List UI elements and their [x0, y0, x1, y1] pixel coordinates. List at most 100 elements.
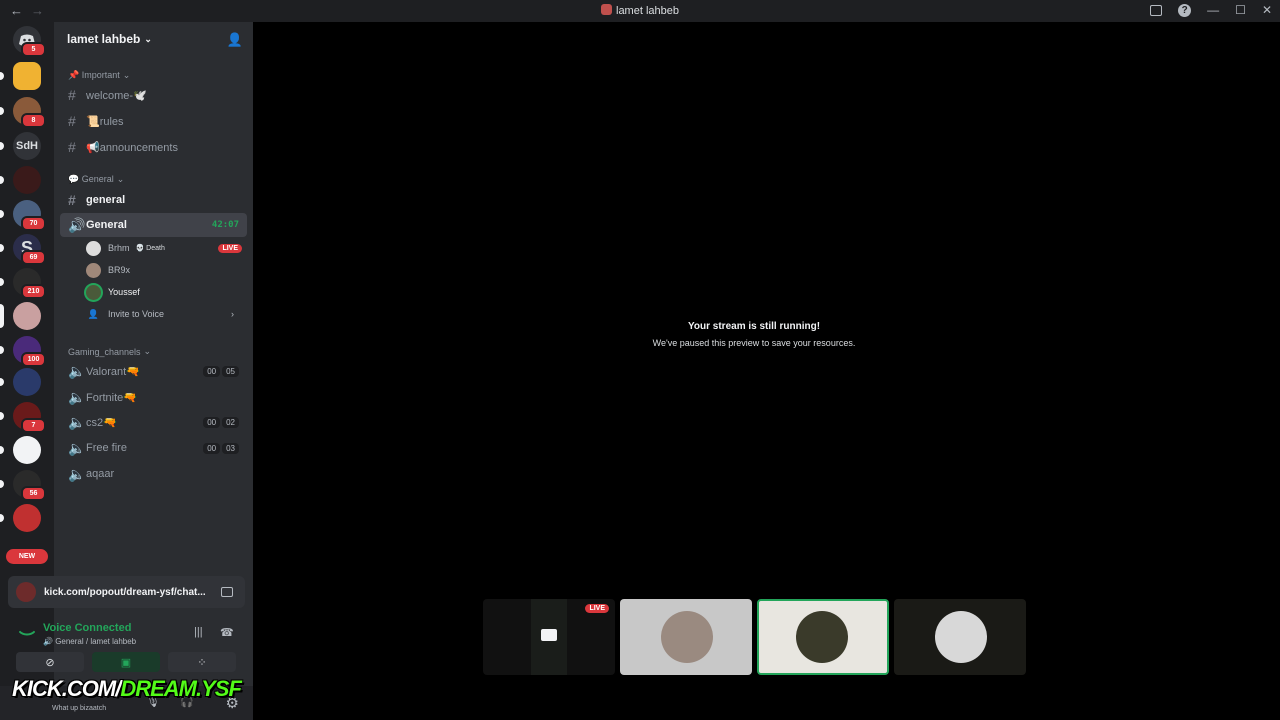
stream-paused-subtitle: We've paused this preview to save your r… [652, 338, 856, 348]
category-label: 💬 General [68, 174, 114, 184]
server-initials: SdH [16, 140, 38, 152]
speaker-icon: 🔊 [68, 216, 86, 233]
close-button[interactable]: ✕ [1262, 3, 1272, 17]
server-icon[interactable]: 56 [0, 470, 46, 501]
category-gaming[interactable]: Gaming_channels ⌄ [68, 346, 151, 357]
voice-user-brhm[interactable]: Brhm 💀 Death LIVE [86, 238, 242, 258]
camera-off-button[interactable]: ⊘ [16, 652, 84, 672]
screen-share-button[interactable]: ▣ [92, 652, 160, 672]
channel-label: Free fire [86, 442, 127, 454]
server-icon[interactable]: 8 [0, 97, 46, 128]
channel-cs2[interactable]: 🔈 cs2🔫 00 02 [60, 410, 247, 434]
add-member-icon[interactable]: 👤 [227, 32, 243, 48]
voice-timer: 42:07 [211, 220, 239, 230]
participant-tile-brhm[interactable] [894, 599, 1026, 675]
hash-icon: # [68, 87, 76, 103]
user-custom-status: What up bizaatch [52, 705, 107, 712]
server-icon[interactable] [0, 368, 41, 396]
server-icon[interactable]: 70 [0, 200, 46, 231]
user-limit: 05 [222, 365, 239, 377]
server-icon[interactable]: 100 [0, 336, 46, 367]
user-limit: 02 [222, 416, 239, 428]
voice-status[interactable]: Voice Connected [43, 622, 131, 634]
category-general[interactable]: 💬 General ⌄ [68, 174, 124, 185]
channel-announcements[interactable]: # 📢announcements [60, 135, 247, 159]
live-badge: LIVE [218, 243, 242, 253]
activity-popout[interactable]: kick.com/popout/dream-ysf/chat... [8, 576, 245, 608]
mention-badge: 70 [21, 216, 46, 231]
home-badge: 5 [21, 42, 46, 57]
avatar [86, 262, 101, 278]
avatar [661, 611, 713, 663]
server-icon[interactable] [0, 62, 41, 90]
minimize-button[interactable]: — [1207, 3, 1219, 17]
disconnect-icon[interactable]: ☎ [220, 626, 234, 639]
activities-icon: ⁘ [197, 656, 207, 669]
unread-pill [0, 72, 4, 80]
user-activity: 💀 Death [135, 245, 165, 252]
window-title: lamet lahbeb [0, 4, 1280, 17]
maximize-button[interactable]: ☐ [1235, 3, 1246, 17]
signal-icon [18, 623, 36, 641]
channel-label: general [86, 194, 126, 206]
channel-rules[interactable]: # 📜rules [60, 109, 247, 133]
channel-aqaar[interactable]: 🔈 aqaar [60, 462, 247, 486]
unread-pill [0, 304, 4, 328]
channel-general-voice[interactable]: 🔊 General 42:07 [60, 213, 247, 237]
voice-user-youssef[interactable]: Youssef [86, 282, 242, 302]
participant-tile-br9x[interactable] [620, 599, 752, 675]
voice-channel-name: General / lamet lahbeb [55, 637, 137, 646]
chevron-down-icon: ⌄ [122, 70, 131, 80]
server-icon[interactable]: 7 [0, 402, 46, 433]
unread-pill [0, 244, 4, 252]
activities-button[interactable]: ⁘ [168, 652, 236, 672]
kick-favicon-icon [16, 582, 36, 602]
hash-icon: # [68, 113, 76, 129]
inbox-icon[interactable] [1150, 4, 1163, 16]
channel-general-text[interactable]: # general [60, 188, 247, 212]
participant-tile-youssef[interactable] [757, 599, 889, 675]
noise-suppression-icon[interactable]: ||| [194, 626, 203, 638]
hash-icon: # [68, 192, 76, 208]
help-icon[interactable]: ? [1178, 3, 1192, 17]
voice-user-name: Youssef [108, 287, 140, 297]
server-icon[interactable] [0, 302, 41, 330]
voice-channel-path[interactable]: 🔊 General / lamet lahbeb [43, 637, 136, 646]
screen-icon [541, 629, 557, 641]
channel-freefire[interactable]: 🔈 Free fire 00 03 [60, 436, 247, 460]
camera-off-icon: ⊘ [45, 656, 55, 669]
unread-pill [0, 480, 4, 488]
server-icon[interactable]: SdH [0, 132, 41, 160]
home-button[interactable]: 5 [13, 26, 46, 57]
avatar [796, 611, 848, 663]
server-icon[interactable]: S 69 [0, 234, 46, 265]
channel-label: General [86, 219, 127, 231]
server-icon[interactable]: 210 [0, 268, 46, 299]
unread-pill [0, 142, 4, 150]
screen-share-icon[interactable] [221, 587, 233, 597]
avatar [935, 611, 987, 663]
user-count: 00 [203, 416, 221, 428]
invite-to-voice[interactable]: 👤 Invite to Voice › [86, 304, 242, 324]
category-important[interactable]: 📌 Important ⌄ [68, 70, 130, 81]
channel-welcome[interactable]: # welcome-🕊️ [60, 83, 247, 107]
mention-badge: 7 [21, 418, 46, 433]
guild-name: lamet lahbeb [67, 32, 141, 46]
server-icon[interactable] [0, 504, 41, 532]
unread-pill [0, 412, 4, 420]
voice-user-name: Brhm [108, 243, 130, 253]
channel-fortnite[interactable]: 🔈 Fortnite🔫 [60, 385, 247, 409]
voice-user-br9x[interactable]: BR9x [86, 260, 242, 280]
server-icon[interactable] [0, 166, 41, 194]
channel-label: Valorant🔫 [86, 365, 140, 378]
participant-tile-stream[interactable]: LIVE [483, 599, 615, 675]
channel-valorant[interactable]: 🔈 Valorant🔫 00 05 [60, 359, 247, 383]
category-label: Gaming_channels [68, 346, 141, 357]
avatar [86, 284, 101, 300]
guild-header[interactable]: lamet lahbeb ⌄ [54, 22, 253, 56]
watermark-domain: KICK.COM/ [12, 676, 121, 701]
server-icon[interactable] [0, 436, 41, 464]
channel-label: Fortnite🔫 [86, 391, 137, 404]
channel-label: 📜rules [86, 115, 124, 128]
mention-badge: 210 [21, 284, 46, 299]
